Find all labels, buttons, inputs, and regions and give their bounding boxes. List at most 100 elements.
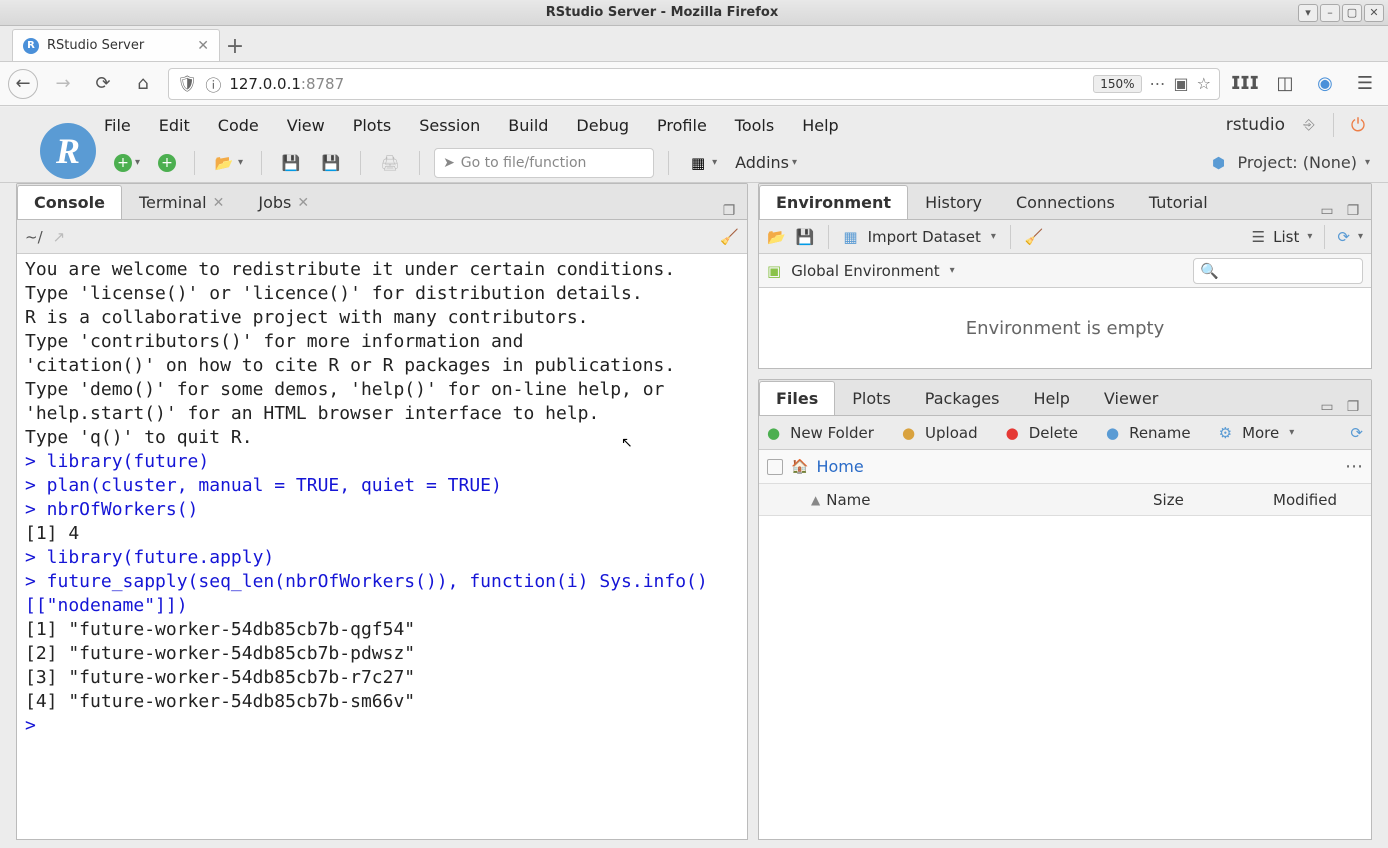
addins-dropdown[interactable]: Addins ▾	[731, 150, 801, 176]
more-gear-icon: ⚙	[1219, 424, 1232, 442]
breadcrumb-home[interactable]: Home	[816, 457, 863, 476]
tab-jobs-label: Jobs	[258, 193, 291, 212]
save-all-button[interactable]: 💾	[316, 150, 346, 176]
tab-console[interactable]: Console	[17, 185, 122, 219]
save-workspace-icon[interactable]: 💾	[796, 228, 815, 246]
print-button[interactable]: 🖨	[375, 150, 405, 176]
col-modified-header[interactable]: Modified	[1261, 491, 1371, 509]
refresh-files-icon[interactable]: ⟳	[1350, 424, 1363, 442]
console-input-line: > library(future)	[25, 450, 739, 474]
list-view-icon: ☰	[1252, 228, 1265, 246]
env-pane-tabs: EnvironmentHistoryConnectionsTutorial ▭ ❐	[759, 184, 1371, 220]
env-search-input[interactable]: 🔍	[1193, 258, 1363, 284]
home-icon[interactable]: 🏠	[791, 459, 808, 475]
grid-button[interactable]: ▦▾	[683, 150, 721, 176]
col-name-header[interactable]: ▲Name	[799, 491, 1141, 509]
browser-toolbar: ← → ⟳ ⌂ 🛡 ⓘ 127.0.0.1:8787 150% ⋯ ▣ ☆ 𝗜𝗜…	[0, 62, 1388, 106]
window-minimize-icon[interactable]: –	[1320, 4, 1340, 22]
browser-tab-active[interactable]: R RStudio Server ✕	[12, 29, 220, 61]
tab-connections[interactable]: Connections	[999, 185, 1132, 219]
menu-debug[interactable]: Debug	[576, 116, 629, 135]
hamburger-menu-icon[interactable]: ☰	[1350, 69, 1380, 99]
env-scope-dropdown[interactable]: Global Environment	[791, 262, 939, 280]
tab-terminal[interactable]: Terminal✕	[122, 185, 241, 219]
project-label[interactable]: Project: (None)	[1238, 153, 1357, 172]
maximize-pane-icon[interactable]: ❐	[719, 203, 739, 219]
menu-build[interactable]: Build	[508, 116, 548, 135]
info-icon[interactable]: ⓘ	[205, 72, 221, 96]
files-subtoolbar: ● New Folder ● Upload ● Delete ● Rename …	[759, 416, 1371, 450]
console-popout-icon[interactable]: ↗	[53, 228, 66, 246]
clear-workspace-icon[interactable]: 🧹	[1025, 228, 1044, 246]
delete-button[interactable]: Delete	[1029, 424, 1078, 442]
zoom-badge[interactable]: 150%	[1093, 75, 1141, 93]
url-bar[interactable]: 🛡 ⓘ 127.0.0.1:8787 150% ⋯ ▣ ☆	[168, 68, 1220, 100]
page-actions-icon[interactable]: ⋯	[1150, 74, 1166, 93]
minimize-pane-icon[interactable]: ▭	[1317, 203, 1337, 219]
console-output[interactable]: You are welcome to redistribute it under…	[17, 254, 747, 839]
window-close-icon[interactable]: ✕	[1364, 4, 1384, 22]
tab-environment[interactable]: Environment	[759, 185, 908, 219]
tab-help[interactable]: Help	[1016, 381, 1086, 415]
menu-plots[interactable]: Plots	[353, 116, 392, 135]
goto-file-input[interactable]: ➤ Go to file/function	[434, 148, 654, 178]
save-all-icon: 💾	[320, 152, 342, 174]
menu-code[interactable]: Code	[218, 116, 259, 135]
menu-session[interactable]: Session	[419, 116, 480, 135]
project-caret-icon[interactable]: ▾	[1365, 157, 1370, 168]
tab-viewer[interactable]: Viewer	[1087, 381, 1175, 415]
tab-history[interactable]: History	[908, 185, 999, 219]
close-icon[interactable]: ✕	[213, 195, 225, 211]
path-more-icon[interactable]: ⋯	[1345, 456, 1363, 477]
signout-icon[interactable]: ⎆	[1297, 113, 1321, 137]
close-icon[interactable]: ✕	[297, 195, 309, 211]
upload-button[interactable]: Upload	[925, 424, 978, 442]
tab-plots[interactable]: Plots	[835, 381, 908, 415]
window-maximize-icon[interactable]: ▢	[1342, 4, 1362, 22]
rename-button[interactable]: Rename	[1129, 424, 1191, 442]
import-dataset-button[interactable]: Import Dataset	[868, 228, 981, 246]
minimize-pane-icon[interactable]: ▭	[1317, 399, 1337, 415]
tab-close-icon[interactable]: ✕	[197, 38, 209, 54]
menu-file[interactable]: File	[104, 116, 131, 135]
divider	[1333, 113, 1334, 137]
list-view-button[interactable]: List	[1273, 228, 1299, 246]
menu-profile[interactable]: Profile	[657, 116, 707, 135]
menu-view[interactable]: View	[287, 116, 325, 135]
maximize-pane-icon[interactable]: ❐	[1343, 203, 1363, 219]
col-size-header[interactable]: Size	[1141, 491, 1261, 509]
favicon-icon: R	[23, 38, 39, 54]
new-tab-button[interactable]: +	[220, 31, 250, 61]
more-button[interactable]: More	[1242, 424, 1279, 442]
console-input-line: > future_sapply(seq_len(nbrOfWorkers()),…	[25, 570, 739, 618]
broom-icon[interactable]: 🧹	[720, 228, 739, 246]
save-button[interactable]: 💾	[276, 150, 306, 176]
open-file-button[interactable]: 📂▾	[209, 150, 247, 176]
refresh-icon[interactable]: ⟳	[1337, 228, 1350, 246]
menu-tools[interactable]: Tools	[735, 116, 774, 135]
menu-edit[interactable]: Edit	[159, 116, 190, 135]
tracking-icon[interactable]: ▣	[1174, 74, 1189, 93]
tab-packages[interactable]: Packages	[908, 381, 1017, 415]
maximize-pane-icon[interactable]: ❐	[1343, 399, 1363, 415]
power-icon[interactable]: ⏻	[1346, 113, 1370, 137]
tab-files[interactable]: Files	[759, 381, 835, 415]
new-file-button[interactable]: +▾	[110, 150, 144, 176]
load-workspace-icon[interactable]: 📂	[767, 228, 786, 246]
menu-help[interactable]: Help	[802, 116, 838, 135]
library-icon[interactable]: 𝗜𝗜𝗜	[1230, 69, 1260, 99]
bookmark-star-icon[interactable]: ☆	[1197, 74, 1211, 93]
extensions-icon[interactable]: ◉	[1310, 69, 1340, 99]
nav-home-button[interactable]: ⌂	[128, 69, 158, 99]
nav-forward-button[interactable]: →	[48, 69, 78, 99]
new-folder-button[interactable]: New Folder	[790, 424, 874, 442]
nav-reload-button[interactable]: ⟳	[88, 69, 118, 99]
tab-jobs[interactable]: Jobs ✕	[241, 185, 326, 219]
new-project-button[interactable]: +	[154, 150, 180, 176]
tab-tutorial[interactable]: Tutorial	[1132, 185, 1225, 219]
sidebar-icon[interactable]: ◫	[1270, 69, 1300, 99]
nav-back-button[interactable]: ←	[8, 69, 38, 99]
search-icon: 🔍	[1200, 262, 1219, 280]
window-dropdown-icon[interactable]: ▾	[1298, 4, 1318, 22]
select-all-checkbox[interactable]	[767, 459, 783, 475]
